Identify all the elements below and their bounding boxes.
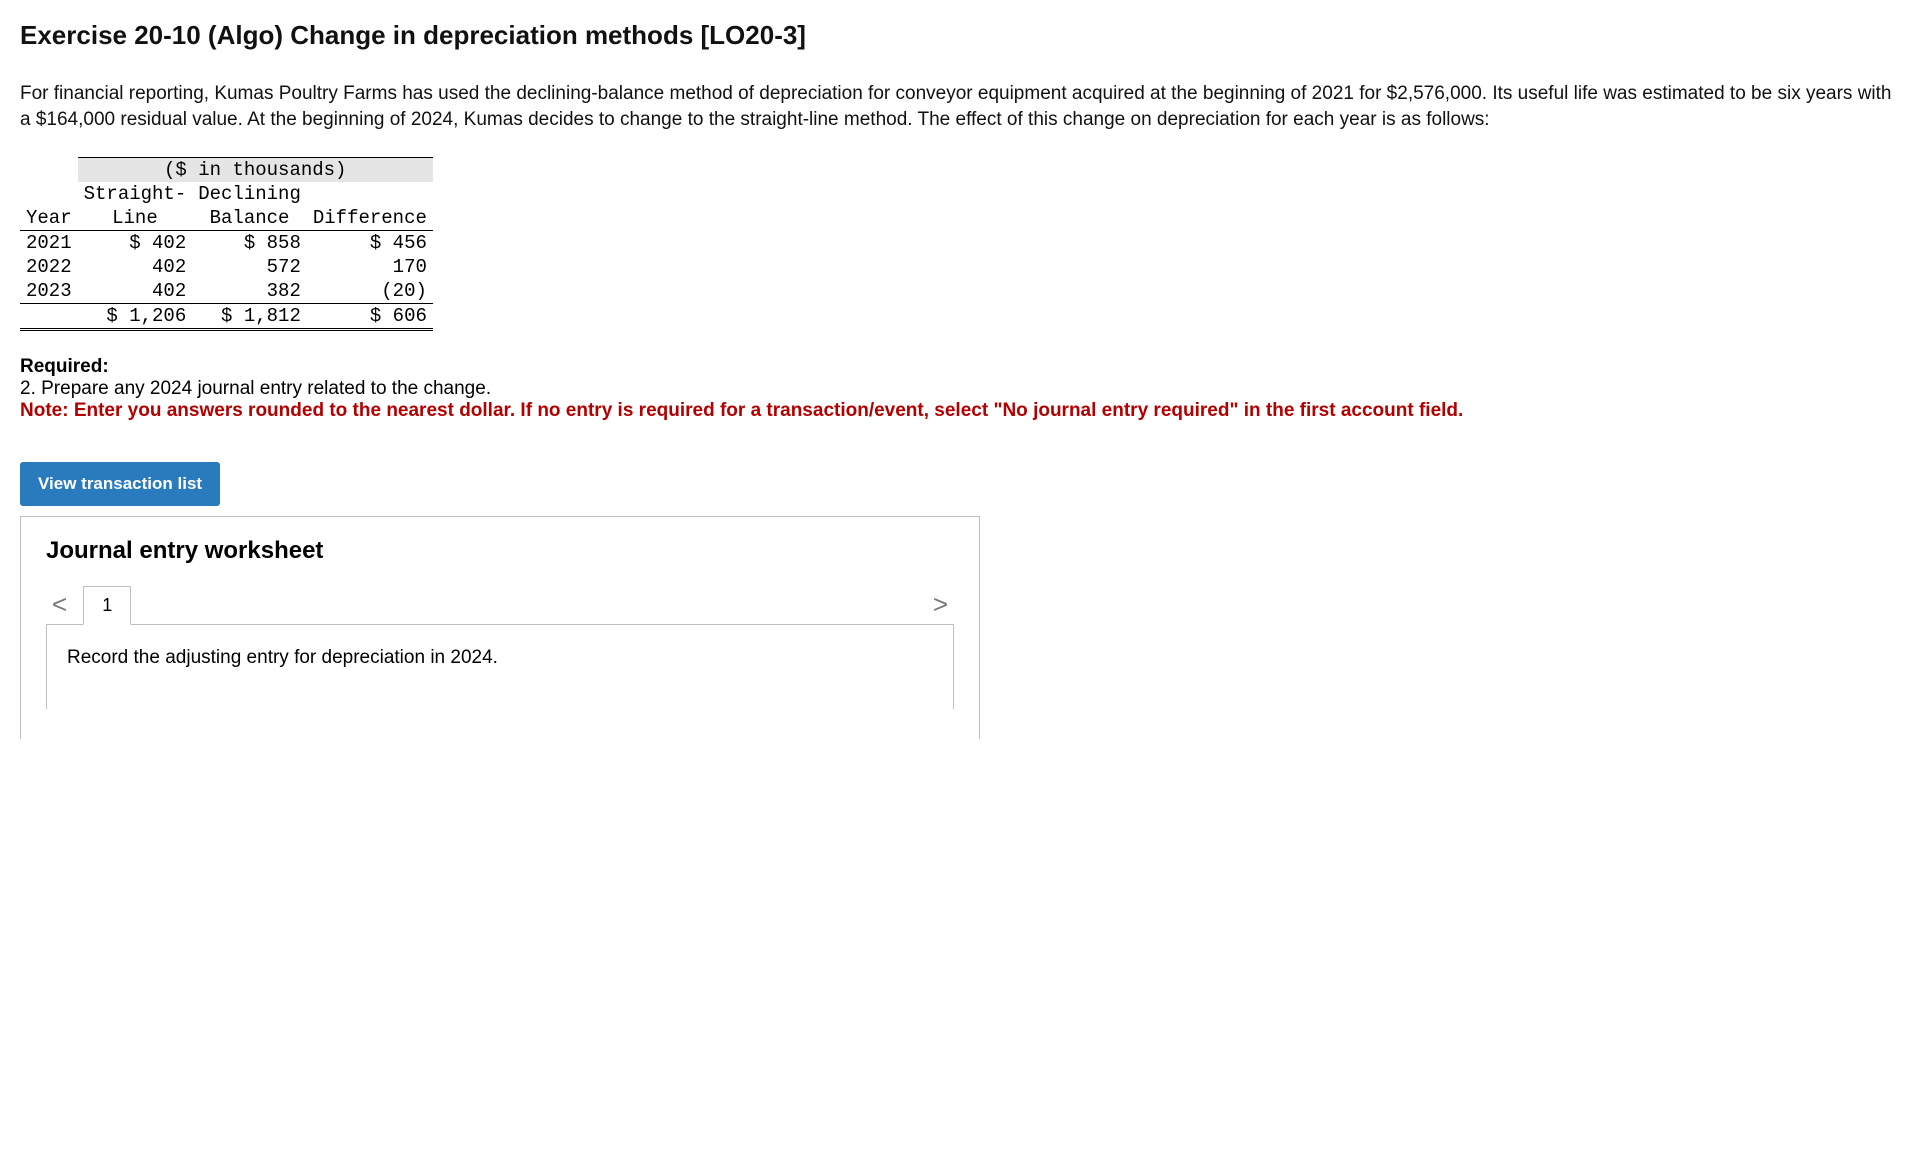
required-label: Required: xyxy=(20,356,1892,378)
col-year: Year xyxy=(20,206,78,231)
problem-intro: For financial reporting, Kumas Poultry F… xyxy=(20,81,1892,132)
journal-worksheet: Journal entry worksheet < 1 > Record the… xyxy=(20,516,980,739)
table-totals: $ 1,206 $ 1,812 $ 606 xyxy=(20,304,433,330)
table-row: 2021 $ 402 $ 858 $ 456 xyxy=(20,231,433,256)
col-declining-2: Balance xyxy=(192,206,307,231)
table-units: ($ in thousands) xyxy=(78,158,433,183)
chevron-left-icon[interactable]: < xyxy=(46,585,73,624)
tab-1[interactable]: 1 xyxy=(83,586,131,625)
col-declining-1: Declining xyxy=(192,182,307,206)
entry-instruction: Record the adjusting entry for depreciat… xyxy=(67,647,498,668)
chevron-right-icon[interactable]: > xyxy=(927,585,954,624)
view-transaction-list-button[interactable]: View transaction list xyxy=(20,462,220,506)
entry-instruction-box: Record the adjusting entry for depreciat… xyxy=(46,624,954,709)
col-straight-line-2: Line xyxy=(78,206,193,231)
required-note: Note: Enter you answers rounded to the n… xyxy=(20,400,1892,422)
table-row: 2023 402 382 (20) xyxy=(20,279,433,304)
col-straight-line-1: Straight- xyxy=(78,182,193,206)
depreciation-table: ($ in thousands) Straight- Declining Yea… xyxy=(20,157,433,331)
exercise-title: Exercise 20-10 (Algo) Change in deprecia… xyxy=(20,20,1892,51)
worksheet-title: Journal entry worksheet xyxy=(46,537,954,565)
table-row: 2022 402 572 170 xyxy=(20,255,433,279)
col-difference: Difference xyxy=(307,206,433,231)
required-text: 2. Prepare any 2024 journal entry relate… xyxy=(20,378,1892,400)
